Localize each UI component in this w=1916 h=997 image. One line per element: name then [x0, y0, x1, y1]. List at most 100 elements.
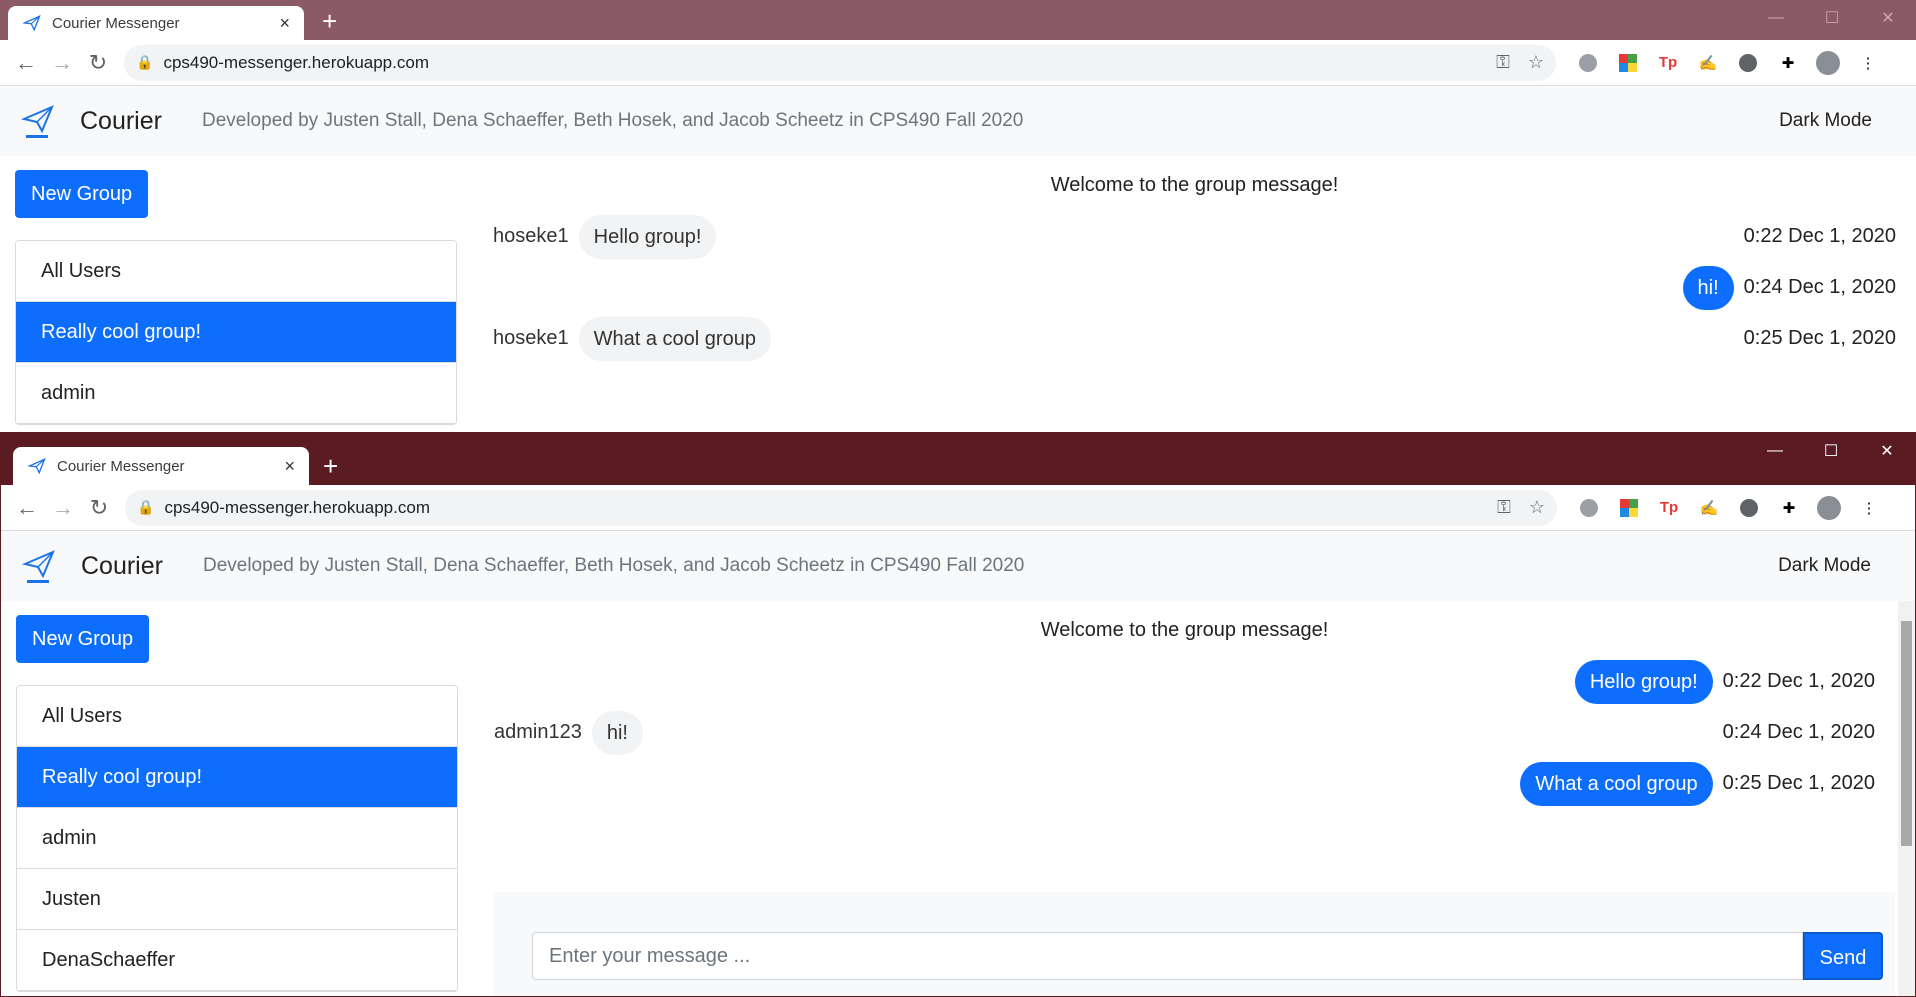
browser-window-1: Courier Messenger × + — ☐ ✕ ← → ↻ 🔒 cps4… [0, 0, 1916, 432]
window-controls: — ☐ ✕ [1747, 433, 1915, 469]
maximize-icon[interactable]: ☐ [1804, 0, 1860, 36]
circle-extension-icon[interactable] [1729, 490, 1769, 526]
new-tab-button[interactable]: + [322, 8, 337, 34]
message-time: 0:24 Dec 1, 2020 [1722, 721, 1875, 743]
palette-extension-icon[interactable] [1608, 45, 1648, 81]
star-icon[interactable]: ☆ [1528, 52, 1544, 73]
tab-close-icon[interactable]: × [284, 456, 295, 477]
lock-icon: 🔒 [137, 499, 155, 515]
address-bar[interactable]: 🔒 cps490-messenger.herokuapp.com ⚿ ☆ [124, 44, 1556, 81]
tab-close-icon[interactable]: × [279, 13, 290, 34]
menu-kebab-icon[interactable]: ⋮ [1849, 490, 1889, 526]
dark-mode-link[interactable]: Dark Mode [1778, 555, 1871, 577]
browser-tab[interactable]: Courier Messenger × [8, 6, 304, 40]
key-icon[interactable]: ⚿ [1497, 497, 1511, 518]
menu-kebab-icon[interactable]: ⋮ [1848, 45, 1888, 81]
close-window-icon[interactable]: ✕ [1860, 0, 1916, 36]
puzzle-icon[interactable]: ✚ [1769, 490, 1809, 526]
tab-strip: Courier Messenger × + — ☐ ✕ [1, 433, 1915, 485]
app-navbar: Courier Developed by Justen Stall, Dena … [0, 86, 1916, 156]
hand-extension-icon[interactable]: ✍ [1688, 45, 1728, 81]
message-row: hoseke1 What a cool group 0:25 Dec 1, 20… [493, 313, 1896, 364]
message-bubble: hi! [591, 710, 643, 755]
window-controls: — ☐ ✕ [1748, 0, 1916, 36]
paper-plane-icon [27, 456, 47, 476]
message-time: 0:24 Dec 1, 2020 [1743, 276, 1896, 298]
close-window-icon[interactable]: ✕ [1859, 433, 1915, 469]
tab-title: Courier Messenger [57, 457, 185, 475]
message-row: What a cool group 0:25 Dec 1, 2020 [494, 758, 1875, 809]
forward-icon[interactable]: → [44, 45, 80, 81]
minimize-icon[interactable]: — [1748, 0, 1804, 36]
new-group-button[interactable]: New Group [15, 170, 149, 218]
group-list: All Users Really cool group! admin [15, 240, 457, 425]
message-row: Hello group! 0:22 Dec 1, 2020 [494, 656, 1875, 707]
forward-icon[interactable]: → [45, 490, 81, 526]
new-tab-button[interactable]: + [323, 453, 338, 479]
paper-plane-icon [22, 13, 42, 33]
back-icon[interactable]: ← [8, 45, 44, 81]
message-time: 0:22 Dec 1, 2020 [1743, 225, 1896, 247]
message-time: 0:22 Dec 1, 2020 [1722, 670, 1875, 692]
minimize-icon[interactable]: — [1747, 433, 1803, 469]
tp-extension-icon[interactable]: Tp [1648, 45, 1688, 81]
url-text: cps490-messenger.herokuapp.com [163, 52, 429, 72]
avatar[interactable] [1809, 490, 1849, 526]
message-composer: Enter your message ... Send [494, 892, 1895, 996]
tab-title: Courier Messenger [52, 14, 180, 32]
courier-logo-icon[interactable] [20, 101, 56, 141]
new-group-button[interactable]: New Group [16, 615, 150, 663]
courier-logo-icon[interactable] [21, 546, 57, 586]
message-sender: hoseke1 [493, 225, 569, 247]
message-sender: admin123 [494, 721, 582, 743]
group-item-admin[interactable]: admin [16, 363, 456, 424]
brand-name[interactable]: Courier [81, 552, 163, 581]
message-time: 0:25 Dec 1, 2020 [1722, 772, 1875, 794]
send-button[interactable]: Send [1803, 932, 1883, 980]
reload-icon[interactable]: ↻ [80, 45, 116, 81]
group-item-admin[interactable]: admin [17, 808, 457, 869]
app-navbar: Courier Developed by Justen Stall, Dena … [1, 531, 1915, 601]
group-item-really-cool-group[interactable]: Really cool group! [16, 302, 456, 363]
welcome-message: Welcome to the group message! [1040, 619, 1329, 641]
reload-icon[interactable]: ↻ [81, 490, 117, 526]
message-input[interactable]: Enter your message ... [532, 932, 1803, 980]
circle-extension-icon[interactable] [1728, 45, 1768, 81]
group-item-all-users[interactable]: All Users [16, 241, 456, 302]
brand-name[interactable]: Courier [80, 107, 162, 136]
welcome-message: Welcome to the group message! [1050, 174, 1339, 196]
developer-credits: Developed by Justen Stall, Dena Schaeffe… [202, 555, 1025, 576]
maximize-icon[interactable]: ☐ [1803, 433, 1859, 469]
message-bubble: What a cool group [1520, 761, 1713, 806]
message-bubble: Hello group! [1574, 659, 1713, 704]
group-item-all-users[interactable]: All Users [17, 686, 457, 747]
star-icon[interactable]: ☆ [1529, 497, 1545, 518]
adblock-icon[interactable] [1568, 45, 1608, 81]
lock-icon: 🔒 [136, 54, 154, 70]
chat-panel: Welcome to the group message! Hello grou… [494, 601, 1875, 809]
group-item-justen[interactable]: Justen [17, 869, 457, 930]
main-content: New Group All Users Really cool group! a… [1, 601, 1915, 996]
puzzle-icon[interactable]: ✚ [1768, 45, 1808, 81]
group-list: All Users Really cool group! admin Juste… [16, 685, 458, 992]
back-icon[interactable]: ← [9, 490, 45, 526]
hand-extension-icon[interactable]: ✍ [1689, 490, 1729, 526]
palette-extension-icon[interactable] [1609, 490, 1649, 526]
message-bubble: hi! [1682, 265, 1734, 310]
message-bubble: Hello group! [578, 214, 717, 259]
dark-mode-link[interactable]: Dark Mode [1779, 110, 1872, 132]
group-item-denaschaeffer[interactable]: DenaSchaeffer [17, 930, 457, 991]
group-item-really-cool-group[interactable]: Really cool group! [17, 747, 457, 808]
address-bar[interactable]: 🔒 cps490-messenger.herokuapp.com ⚿ ☆ [125, 489, 1557, 526]
key-icon[interactable]: ⚿ [1496, 52, 1510, 73]
avatar[interactable] [1808, 45, 1848, 81]
browser-toolbar: ← → ↻ 🔒 cps490-messenger.herokuapp.com ⚿… [1, 485, 1915, 531]
browser-tab[interactable]: Courier Messenger × [13, 447, 309, 485]
chat-scrollbar[interactable] [1898, 601, 1915, 996]
adblock-icon[interactable] [1569, 490, 1609, 526]
browser-toolbar: ← → ↻ 🔒 cps490-messenger.herokuapp.com ⚿… [0, 40, 1916, 86]
tp-extension-icon[interactable]: Tp [1649, 490, 1689, 526]
browser-window-2: Courier Messenger × + — ☐ ✕ ← → ↻ 🔒 cps4… [0, 432, 1916, 997]
message-time: 0:25 Dec 1, 2020 [1743, 327, 1896, 349]
scrollbar-thumb[interactable] [1901, 621, 1912, 846]
